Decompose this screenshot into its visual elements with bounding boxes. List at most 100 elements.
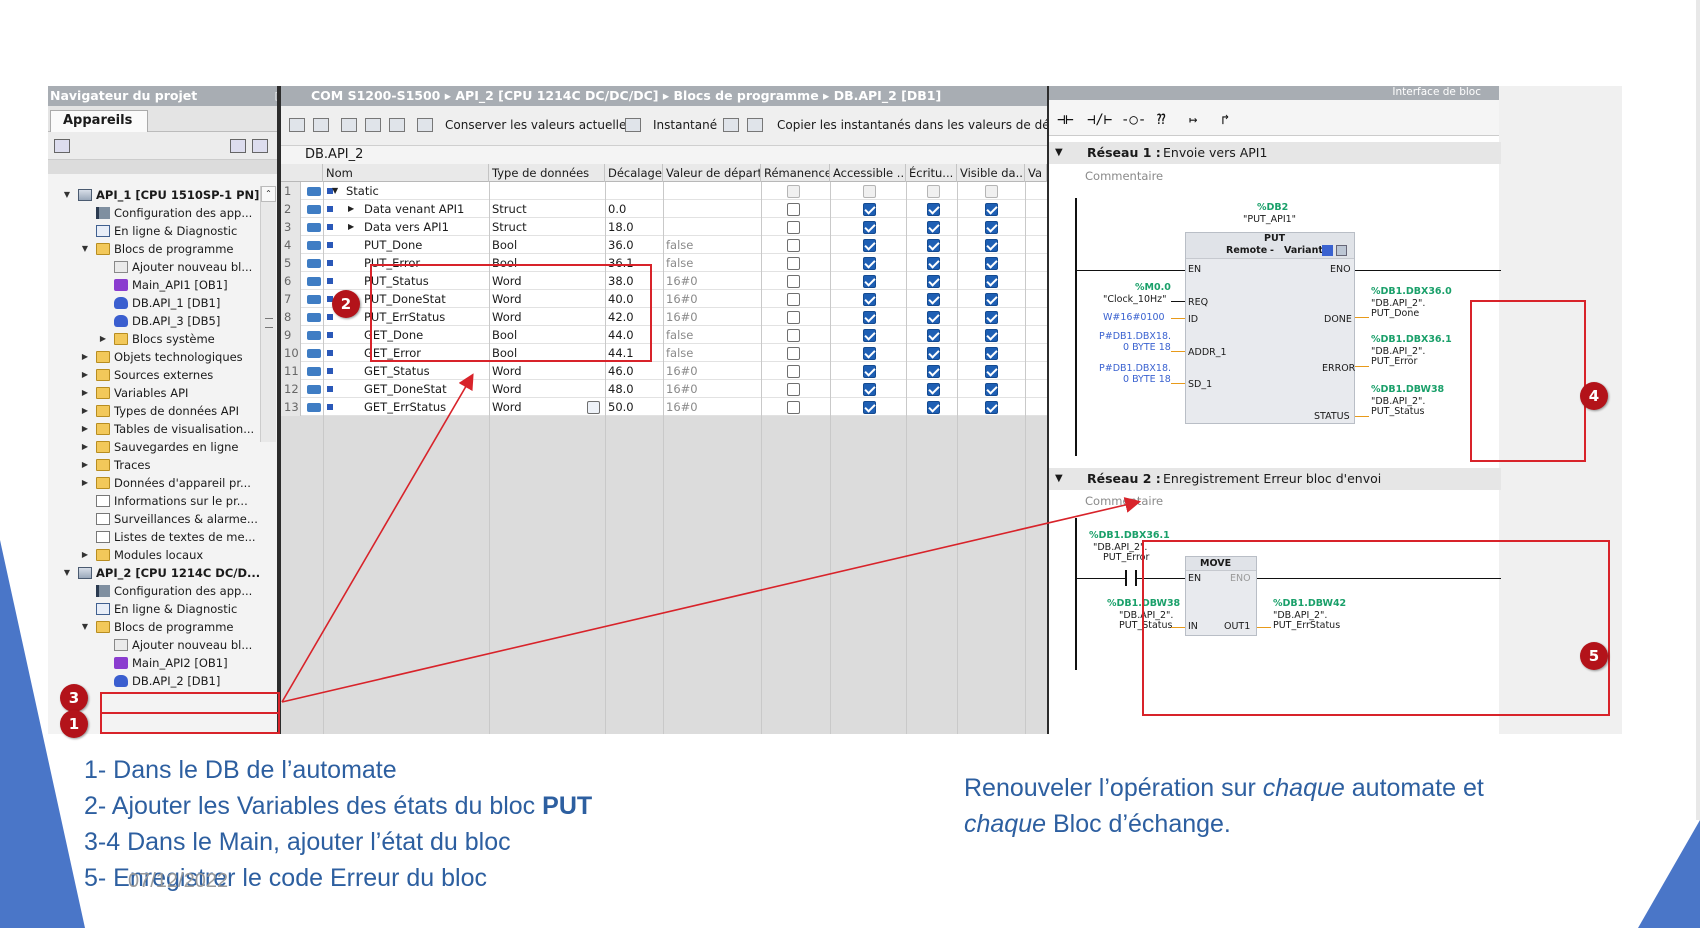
retain-checkbox[interactable]	[787, 275, 800, 288]
tree-item[interactable]: Informations sur le pr...	[48, 492, 284, 510]
expand-icon[interactable]	[341, 118, 357, 132]
snapshot-icon[interactable]	[625, 118, 641, 132]
tree-item[interactable]: ▶ Modules locaux	[48, 546, 284, 564]
start-value[interactable]	[663, 200, 759, 218]
accessible-checkbox[interactable]	[863, 401, 876, 414]
writable-checkbox[interactable]	[927, 203, 940, 216]
visible-checkbox[interactable]	[985, 401, 998, 414]
retain-checkbox[interactable]	[787, 293, 800, 306]
snapshot-button[interactable]: Instantané	[653, 118, 717, 132]
start-value[interactable]: 16#0	[663, 272, 759, 290]
tree-item[interactable]: ▼ API_1 [CPU 1510SP-1 PN]	[48, 186, 284, 204]
retain-checkbox[interactable]	[787, 329, 800, 342]
writable-checkbox[interactable]	[927, 185, 940, 198]
tree-item[interactable]: ▶ Types de données API	[48, 402, 284, 420]
data-type[interactable]: Bool	[489, 236, 585, 254]
tree-item[interactable]: Surveillances & alarme...	[48, 510, 284, 528]
expand-arrow-icon[interactable]: ▶	[80, 366, 90, 384]
start-value[interactable]: false	[663, 326, 759, 344]
retain-checkbox[interactable]	[787, 203, 800, 216]
tree-item[interactable]: Configuration des app...	[48, 204, 284, 222]
network-2-description[interactable]: Enregistrement Erreur bloc d'envoi	[1163, 468, 1381, 490]
visible-checkbox[interactable]	[985, 239, 998, 252]
tree-item[interactable]: Ajouter nouveau bl...	[48, 258, 284, 276]
column-header[interactable]: Type de données	[489, 164, 605, 182]
retain-checkbox[interactable]	[787, 239, 800, 252]
visible-checkbox[interactable]	[985, 203, 998, 216]
collapse-arrow-icon[interactable]: ▼	[62, 564, 72, 582]
collapse-network-icon[interactable]: ▼	[1055, 142, 1063, 164]
variable-name[interactable]: GET_ErrStatus	[361, 398, 487, 416]
tree-item[interactable]: ▶ Blocs système	[48, 330, 284, 348]
network-2-comment[interactable]: Commentaire	[1085, 494, 1163, 508]
visible-checkbox[interactable]	[985, 347, 998, 360]
accessible-checkbox[interactable]	[863, 221, 876, 234]
breadcrumb-item[interactable]: Blocs de programme	[674, 88, 819, 103]
start-value[interactable]: 16#0	[663, 308, 759, 326]
expand-arrow-icon[interactable]: ▶	[80, 384, 90, 402]
collapse-arrow-icon[interactable]: ▼	[329, 182, 338, 200]
tree-item[interactable]: En ligne & Diagnostic	[48, 222, 284, 240]
accessible-checkbox[interactable]	[863, 329, 876, 342]
writable-checkbox[interactable]	[927, 347, 940, 360]
retain-checkbox[interactable]	[787, 185, 800, 198]
expand-arrow-icon[interactable]: ▶	[80, 456, 90, 474]
tree-item[interactable]: ▶ Sauvegardes en ligne	[48, 438, 284, 456]
accessible-checkbox[interactable]	[863, 257, 876, 270]
writable-checkbox[interactable]	[927, 293, 940, 306]
network-2-header[interactable]: ▼ Réseau 2 : Enregistrement Erreur bloc …	[1049, 468, 1501, 490]
tree-item[interactable]: ▶ Objets technologiques	[48, 348, 284, 366]
retain-checkbox[interactable]	[787, 221, 800, 234]
overview-icon[interactable]	[54, 139, 70, 153]
tree-item[interactable]: ▶ Tables de visualisation...	[48, 420, 284, 438]
expand-arrow-icon[interactable]: ▶	[80, 474, 90, 492]
keep-values-button[interactable]: Conserver les valeurs actuelles	[445, 118, 633, 132]
collapse-network-icon[interactable]: ▼	[1055, 468, 1063, 490]
visible-checkbox[interactable]	[985, 329, 998, 342]
visible-checkbox[interactable]	[985, 257, 998, 270]
type-picker-icon[interactable]	[587, 401, 600, 414]
tree-item[interactable]: ▶ Données d'appareil pr...	[48, 474, 284, 492]
network-1-header[interactable]: ▼ Réseau 1 : Envoie vers API1	[1049, 142, 1501, 164]
close-branch-icon[interactable]: ↱	[1221, 112, 1229, 128]
writable-checkbox[interactable]	[927, 365, 940, 378]
tree-item[interactable]: DB.API_3 [DB5]	[48, 312, 284, 330]
variable-name[interactable]: GET_DoneStat	[361, 380, 487, 398]
writable-checkbox[interactable]	[927, 221, 940, 234]
retain-checkbox[interactable]	[787, 365, 800, 378]
accessible-checkbox[interactable]	[863, 347, 876, 360]
data-type[interactable]: Struct	[489, 218, 585, 236]
copy-snapshots-button[interactable]: Copier les instantanés dans les valeurs …	[777, 118, 1074, 132]
column-header[interactable]: Écritu...	[906, 164, 957, 182]
list-icon[interactable]	[389, 118, 405, 132]
tree-item[interactable]: ▼ API_2 [CPU 1214C DC/D...	[48, 564, 284, 582]
retain-checkbox[interactable]	[787, 311, 800, 324]
data-type[interactable]: Word	[489, 398, 585, 416]
breadcrumb-item[interactable]: DB.API_2 [DB1]	[834, 88, 941, 103]
visible-checkbox[interactable]	[985, 365, 998, 378]
accessible-checkbox[interactable]	[863, 383, 876, 396]
visible-checkbox[interactable]	[985, 383, 998, 396]
tree-item[interactable]: ▶ Sources externes	[48, 366, 284, 384]
variable-name[interactable]: Static	[343, 182, 469, 200]
tree-item[interactable]: DB.API_1 [DB1]	[48, 294, 284, 312]
tree-item[interactable]: En ligne & Diagnostic	[48, 600, 284, 618]
column-header[interactable]: Visible da...	[957, 164, 1025, 182]
tab-appareils[interactable]: Appareils	[50, 110, 148, 132]
writable-checkbox[interactable]	[927, 311, 940, 324]
expand-arrow-icon[interactable]: ▶	[80, 402, 90, 420]
accessible-checkbox[interactable]	[863, 185, 876, 198]
retain-checkbox[interactable]	[787, 383, 800, 396]
no-contact-icon[interactable]: ⊣⊢	[1057, 112, 1074, 128]
network-1-description[interactable]: Envoie vers API1	[1163, 142, 1267, 164]
variable-name[interactable]: GET_Status	[361, 362, 487, 380]
accessible-checkbox[interactable]	[863, 311, 876, 324]
writable-checkbox[interactable]	[927, 275, 940, 288]
tree-item[interactable]: Configuration des app...	[48, 582, 284, 600]
visible-checkbox[interactable]	[985, 293, 998, 306]
tree-item[interactable]: Ajouter nouveau bl...	[48, 636, 284, 654]
start-value[interactable]: false	[663, 254, 759, 272]
start-value[interactable]: false	[663, 236, 759, 254]
table-row[interactable]: 4 PUT_Done Bool 36.0 false	[281, 236, 1047, 254]
expand-arrow-icon[interactable]: ▶	[80, 348, 90, 366]
